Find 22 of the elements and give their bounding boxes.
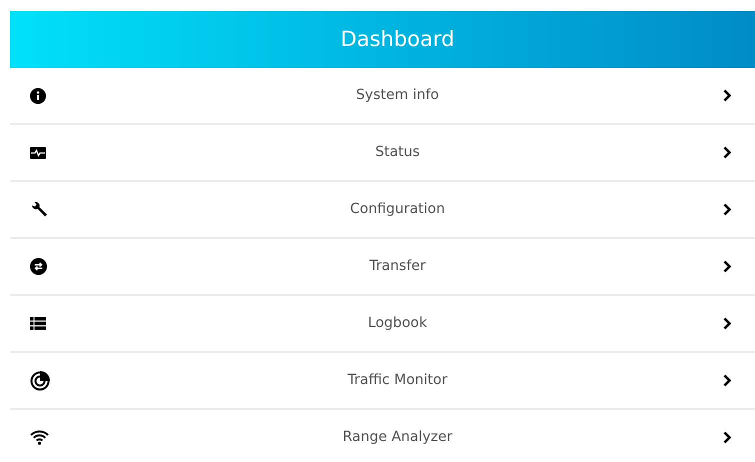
chevron-right-icon (723, 89, 732, 102)
menu-label: Transfer (368, 257, 427, 276)
menu-label: Configuration (349, 200, 446, 219)
menu-label: Logbook (366, 314, 428, 333)
chevron-right-icon (723, 431, 732, 444)
chevron-right-icon (723, 374, 732, 387)
dashboard-title: Dashboard (340, 26, 454, 53)
menu-label: Status (374, 143, 421, 162)
info-icon (30, 88, 46, 104)
menu-label: Range Analyzer (342, 428, 454, 447)
wrench-icon (30, 200, 48, 218)
heartbeat-icon (30, 146, 46, 158)
menu-label: System info (355, 86, 440, 105)
wifi-icon (30, 430, 49, 445)
radar-icon (30, 370, 50, 390)
chevron-right-icon (723, 146, 732, 159)
exchange-icon (30, 258, 47, 275)
menu-label: Traffic Monitor (346, 371, 448, 390)
list-icon (30, 317, 46, 330)
chevron-right-icon (723, 317, 732, 330)
chevron-right-icon (723, 203, 732, 216)
chevron-right-icon (723, 260, 732, 273)
